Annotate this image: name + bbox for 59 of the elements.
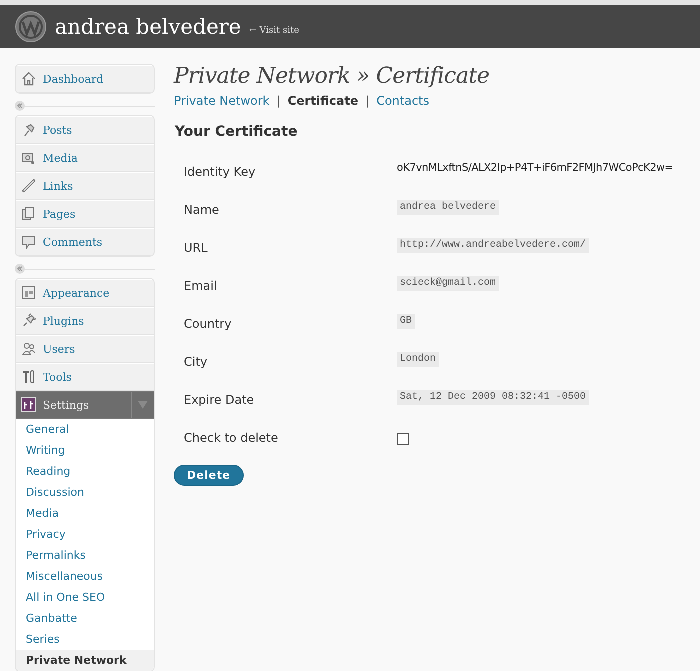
menu-item[interactable]: Pages [16,200,154,228]
field-label: Identity Key [184,164,257,181]
menu-item[interactable]: Settings [16,391,154,419]
submenu-item[interactable]: Reading [16,461,154,482]
submenu-item[interactable]: Miscellaneous [16,566,154,587]
collapse-icon[interactable] [15,264,25,274]
layout-icon [21,285,37,301]
field-label: City [184,354,209,371]
field-value: GB [397,314,416,329]
pages-icon [21,206,37,222]
field-value: London [397,352,440,367]
menu-item[interactable]: Links [16,172,154,200]
field-label: Expire Date [184,392,256,409]
field-value: andrea belvedere [397,200,500,215]
menu-item[interactable]: Media [16,144,154,172]
submenu-item[interactable]: All in One SEO [16,587,154,608]
menu-item[interactable]: Dashboard [16,65,154,93]
tools-icon [21,369,37,385]
visit-site-link[interactable]: ← Visit site [249,26,300,36]
collapse-icon[interactable] [15,101,25,111]
menu-item[interactable]: Users [16,335,154,363]
plug-icon [21,313,37,329]
separator-text: | [276,94,281,108]
field-label: Email [184,278,218,295]
menu-item[interactable]: Posts [16,116,154,144]
section-title: Your Certificate [175,124,299,140]
field-label: URL [184,240,209,257]
field-value: http://www.andreabelvedere.com/ [397,238,590,253]
subnav-link[interactable]: Contacts [376,94,430,108]
speech-bubble-icon [21,234,37,250]
subnav-link[interactable]: Certificate [288,94,359,108]
menu-item[interactable]: Plugins [16,307,154,335]
page-title: Private Network » Certificate [174,64,490,89]
field-value: scieck@gmail.com [397,276,500,291]
submenu-item[interactable]: Permalinks [16,545,154,566]
field-label: Country [184,316,233,333]
house-icon [21,71,37,87]
submenu-item[interactable]: Discussion [16,482,154,503]
submenu-item[interactable]: Privacy [16,524,154,545]
delete-button[interactable]: Delete [174,465,244,486]
logo-icon [15,10,47,42]
settings-icon [21,397,37,413]
field-label: Name [184,202,220,219]
menu-item[interactable]: Appearance [16,279,154,307]
field-value: Sat, 12 Dec 2009 08:32:41 -0500 [397,390,590,405]
site-title: andrea belvedere [55,14,242,38]
subnav-link[interactable]: Private Network [174,94,270,108]
field-label: Check to delete [184,430,280,447]
submenu-item[interactable]: Ganbatte [16,608,154,629]
submenu-item[interactable]: Series [16,629,154,650]
menu-item[interactable]: Comments [16,228,154,256]
separator-text: | [366,94,370,108]
submenu-item[interactable]: Writing [16,440,154,461]
field-value: oK7vnMLxftnS/ALX2Ip+P4T+iF6mF2FMJh7WCoPcK2w= [397,162,674,174]
submenu-item[interactable]: Media [16,503,154,524]
people-icon [21,341,37,357]
checkbox[interactable] [397,433,409,445]
submenu-item[interactable]: Private Network [16,650,154,671]
submenu-item[interactable]: General [16,419,154,440]
